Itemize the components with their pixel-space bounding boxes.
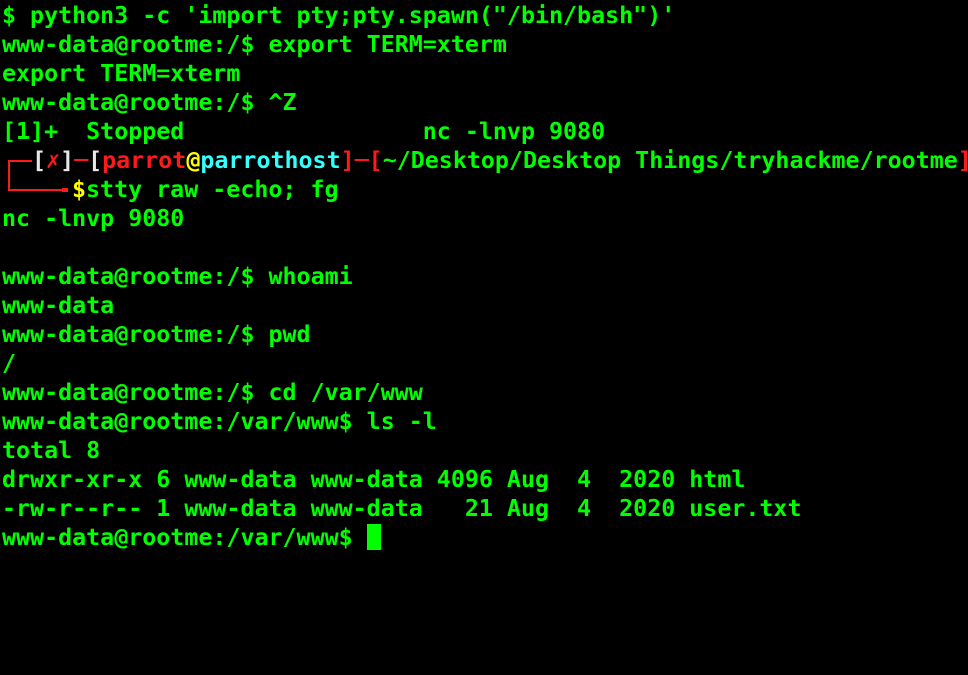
parrot-prompt-line: [✗]─[parrot@parrothost]─[~/Desktop/Deskt… <box>2 146 968 178</box>
terminal-line: total 8 <box>2 437 101 464</box>
prompt-corner-top-icon <box>2 146 32 178</box>
prompt-dash: ─ <box>74 147 89 174</box>
prompt-host: parrothost <box>200 147 341 174</box>
terminal-line: -rw-r--r-- 1 www-data www-data 21 Aug 4 … <box>2 495 802 522</box>
terminal-line: nc -lnvp 9080 <box>2 205 185 232</box>
prompt-status-mark: ✗ <box>46 147 61 174</box>
prompt-path: ~/Desktop/Desktop Things/tryhackme/rootm… <box>382 147 958 174</box>
cursor-block-icon[interactable] <box>366 524 381 550</box>
prompt-command: stty raw -echo; fg <box>86 176 339 203</box>
terminal-line: www-data@rootme:/$ cd /var/www <box>2 379 423 406</box>
terminal-window[interactable]: $ python3 -c 'import pty;pty.spawn("/bin… <box>0 0 968 564</box>
terminal-line: drwxr-xr-x 6 www-data www-data 4096 Aug … <box>2 466 746 493</box>
terminal-line: [1]+ Stopped nc -lnvp 9080 <box>2 118 606 145</box>
prompt-corner-bottom-icon <box>2 175 72 204</box>
terminal-line: www-data@rootme:/$ export TERM=xterm <box>2 31 507 58</box>
terminal-line: www-data@rootme:/var/www$ ls -l <box>2 408 437 435</box>
prompt-dash: ─ <box>354 147 369 174</box>
parrot-command-line: $stty raw -echo; fg <box>2 175 339 204</box>
terminal-line: export TERM=xterm <box>2 60 241 87</box>
prompt-bracket: [ <box>32 147 47 174</box>
active-prompt: www-data@rootme:/var/www$ <box>2 524 367 551</box>
terminal-line: $ python3 -c 'import pty;pty.spawn("/bin… <box>2 2 676 29</box>
prompt-bracket: ] <box>958 147 968 174</box>
terminal-line: www-data@rootme:/$ pwd <box>2 321 311 348</box>
prompt-bracket: [ <box>368 147 383 174</box>
prompt-user: parrot <box>102 147 187 174</box>
terminal-line: www-data@rootme:/$ ^Z <box>2 89 297 116</box>
terminal-line: / <box>2 350 17 377</box>
prompt-at: @ <box>186 147 201 174</box>
active-prompt-line[interactable]: www-data@rootme:/var/www$ <box>2 523 381 552</box>
prompt-bracket: [ <box>88 147 103 174</box>
prompt-bracket: ] <box>340 147 355 174</box>
prompt-bracket: ] <box>60 147 75 174</box>
terminal-line: www-data@rootme:/$ whoami <box>2 263 353 290</box>
prompt-dollar: $ <box>72 176 87 203</box>
terminal-line: www-data <box>2 292 115 319</box>
